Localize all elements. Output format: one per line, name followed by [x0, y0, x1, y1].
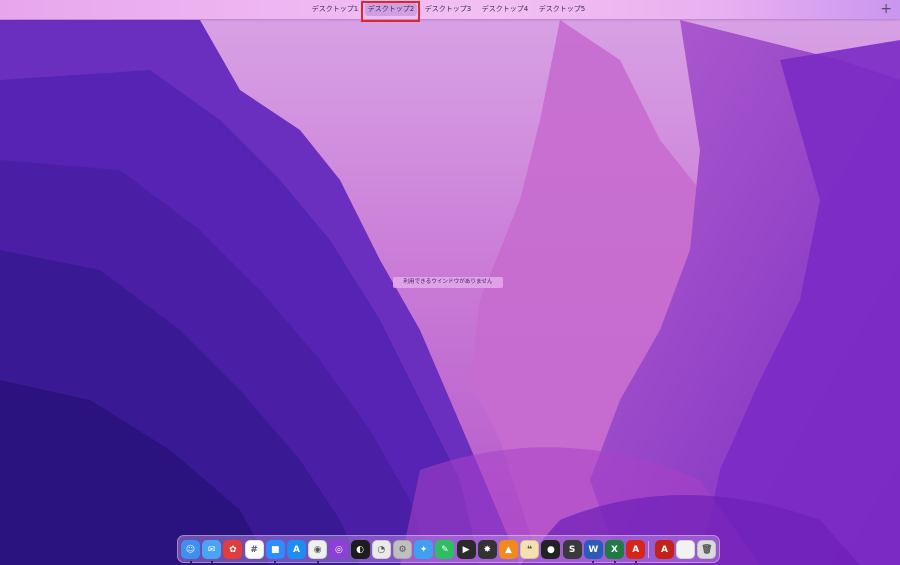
evernote-icon[interactable]: ✎ [435, 540, 455, 559]
finder-icon[interactable]: ☺ [181, 540, 200, 559]
word-icon[interactable]: W [583, 540, 603, 559]
mission-control-spaces-bar: デスクトップ1 デスクトップ2 デスクトップ3 デスクトップ4 デスクトップ5 … [0, 0, 900, 19]
chrome-icon[interactable]: ◉ [308, 540, 328, 559]
dock-separator [648, 541, 649, 558]
safari-icon[interactable]: ✦ [414, 540, 434, 559]
dock: ☺ ✉ ✿ # ■ A ◉ ◎ ◐ ◔ ⚙ ✦ ✎ ▶ ✸ ▲ ❝ ● S W X A A 🗑 [177, 535, 720, 563]
logic-icon[interactable]: ● [541, 540, 561, 559]
running-indicator [316, 561, 319, 563]
no-windows-message: 利用できるウインドウがありません [393, 277, 503, 288]
excel-icon[interactable]: X [605, 540, 624, 559]
app-store-icon[interactable]: A [287, 540, 306, 559]
running-indicator [189, 561, 192, 563]
cyberduck-icon[interactable]: ◔ [371, 540, 391, 559]
running-indicator [274, 561, 277, 563]
slack-icon[interactable]: # [244, 540, 264, 559]
tab-desktop-5[interactable]: デスクトップ5 [536, 3, 588, 16]
compressor-icon[interactable]: ⚙ [393, 540, 412, 559]
selected-tab-highlight [361, 1, 420, 22]
motion-icon[interactable]: ✸ [477, 540, 497, 559]
tab-desktop-1[interactable]: デスクトップ1 [309, 3, 361, 16]
messages-icon[interactable]: ❝ [520, 540, 540, 559]
vlc-icon[interactable]: ▲ [499, 540, 518, 559]
acrobat-icon[interactable]: A [626, 540, 646, 559]
blank-document-icon[interactable] [676, 540, 696, 559]
podcasts-icon[interactable]: ◎ [329, 540, 349, 559]
sublime-icon[interactable]: S [562, 540, 582, 559]
tab-desktop-3[interactable]: デスクトップ3 [422, 3, 474, 16]
photo-booth-icon[interactable]: ✿ [223, 540, 243, 559]
running-indicator [613, 561, 616, 563]
final-cut-icon[interactable]: ▶ [456, 540, 476, 559]
running-indicator [634, 561, 637, 563]
add-desktop-button[interactable]: + [880, 1, 892, 17]
trash-icon[interactable]: 🗑 [697, 540, 717, 559]
zoom-icon[interactable]: ■ [265, 540, 285, 559]
running-indicator [210, 561, 213, 563]
pdf-document-icon[interactable]: A [655, 540, 674, 559]
tab-desktop-4[interactable]: デスクトップ4 [479, 3, 531, 16]
running-indicator [592, 561, 595, 563]
obs-icon[interactable]: ◐ [350, 540, 370, 559]
mail-icon[interactable]: ✉ [202, 540, 222, 559]
